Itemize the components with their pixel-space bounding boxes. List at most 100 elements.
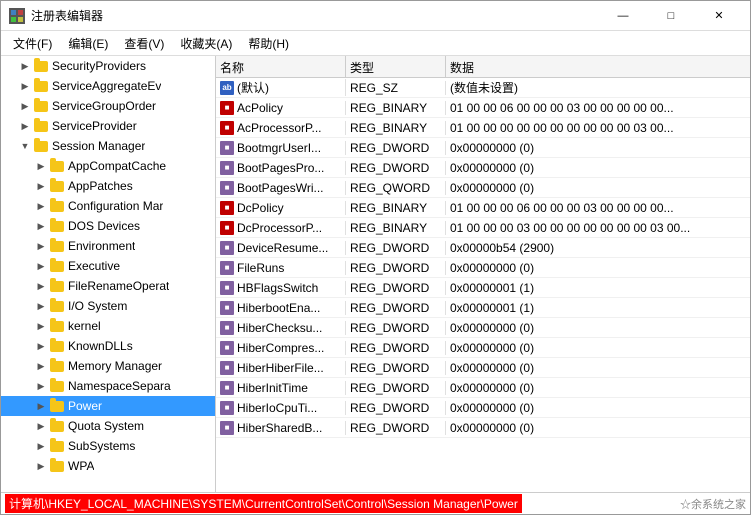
- expand-btn-wpa[interactable]: ▶: [33, 458, 49, 474]
- value-row-acprocessorp[interactable]: ■AcProcessorP...REG_BINARY01 00 00 00 00…: [216, 118, 750, 138]
- val-type-hibercompres: REG_DWORD: [346, 341, 446, 355]
- tree-panel: ▶SecurityProviders▶ServiceAggregateEv▶Se…: [1, 56, 216, 492]
- value-row-bootmgruser1[interactable]: ■BootmgrUserI...REG_DWORD0x00000000 (0): [216, 138, 750, 158]
- tree-item-known-dlls[interactable]: ▶KnownDLLs: [1, 336, 215, 356]
- expand-btn-known-dlls[interactable]: ▶: [33, 338, 49, 354]
- expand-btn-power[interactable]: ▶: [33, 398, 49, 414]
- expand-btn-namespace-separa[interactable]: ▶: [33, 378, 49, 394]
- value-row-hibercompres[interactable]: ■HiberCompres...REG_DWORD0x00000000 (0): [216, 338, 750, 358]
- reg-icon-fileruns: ■: [220, 261, 234, 275]
- expand-btn-executive[interactable]: ▶: [33, 258, 49, 274]
- tree-label-kernel: kernel: [68, 319, 101, 333]
- values-scroll[interactable]: ab(默认)REG_SZ(数值未设置)■AcPolicyREG_BINARY01…: [216, 78, 750, 492]
- minimize-button[interactable]: —: [600, 1, 646, 31]
- tree-item-environment[interactable]: ▶Environment: [1, 236, 215, 256]
- value-row-hiberlocputil[interactable]: ■HiberIoCpuTi...REG_DWORD0x00000000 (0): [216, 398, 750, 418]
- expand-btn-file-rename-operat[interactable]: ▶: [33, 278, 49, 294]
- maximize-button[interactable]: □: [648, 1, 694, 31]
- value-row-acpolicy[interactable]: ■AcPolicyREG_BINARY01 00 00 06 00 00 00 …: [216, 98, 750, 118]
- val-type-bootmgruser1: REG_DWORD: [346, 141, 446, 155]
- tree-item-service-aggregate-ev[interactable]: ▶ServiceAggregateEv: [1, 76, 215, 96]
- value-row-hiberinittime[interactable]: ■HiberInitTimeREG_DWORD0x00000000 (0): [216, 378, 750, 398]
- expand-btn-security-providers[interactable]: ▶: [17, 58, 33, 74]
- expand-btn-quota-system[interactable]: ▶: [33, 418, 49, 434]
- menu-edit[interactable]: 编辑(E): [60, 31, 116, 56]
- val-name-text-deviceresume: DeviceResume...: [237, 241, 328, 255]
- tree-item-quota-system[interactable]: ▶ Quota System: [1, 416, 215, 436]
- value-row-hiberbootena[interactable]: ■HiberbootEna...REG_DWORD0x00000001 (1): [216, 298, 750, 318]
- tree-label-quota-system: Quota System: [68, 419, 144, 433]
- value-row-hibersharedb[interactable]: ■HiberSharedB...REG_DWORD0x00000000 (0): [216, 418, 750, 438]
- menu-help[interactable]: 帮助(H): [240, 31, 297, 56]
- menu-view[interactable]: 查看(V): [116, 31, 172, 56]
- val-data-hiberhiberfile: 0x00000000 (0): [446, 361, 750, 375]
- val-name-hiberhiberfile: ■HiberHiberFile...: [216, 361, 346, 375]
- menu-file[interactable]: 文件(F): [5, 31, 60, 56]
- menu-favorites[interactable]: 收藏夹(A): [172, 31, 240, 56]
- val-type-hiberinittime: REG_DWORD: [346, 381, 446, 395]
- value-row-bootpageswri[interactable]: ■BootPagesWri...REG_QWORD0x00000000 (0): [216, 178, 750, 198]
- value-row-hiberhiberfile[interactable]: ■HiberHiberFile...REG_DWORD0x00000000 (0…: [216, 358, 750, 378]
- val-data-hiberlocputil: 0x00000000 (0): [446, 401, 750, 415]
- folder-icon-kernel: [49, 319, 65, 333]
- tree-item-memory-manager[interactable]: ▶Memory Manager: [1, 356, 215, 376]
- value-row-fileruns[interactable]: ■FileRunsREG_DWORD0x00000000 (0): [216, 258, 750, 278]
- tree-label-file-rename-operat: FileRenameOperat: [68, 279, 169, 293]
- reg-icon-hiberinittime: ■: [220, 381, 234, 395]
- tree-item-kernel[interactable]: ▶ kernel: [1, 316, 215, 336]
- reg-icon-hibercompres: ■: [220, 341, 234, 355]
- tree-item-service-provider[interactable]: ▶ServiceProvider: [1, 116, 215, 136]
- expand-btn-kernel[interactable]: ▶: [33, 318, 49, 334]
- tree-item-power[interactable]: ▶Power: [1, 396, 215, 416]
- tree-label-app-compat-cache: AppCompatCache: [68, 159, 166, 173]
- tree-item-namespace-separa[interactable]: ▶NamespaceSepara: [1, 376, 215, 396]
- tree-item-file-rename-operat[interactable]: ▶ FileRenameOperat: [1, 276, 215, 296]
- value-row-deviceresume[interactable]: ■DeviceResume...REG_DWORD0x00000b54 (290…: [216, 238, 750, 258]
- val-type-hbflagsswitch: REG_DWORD: [346, 281, 446, 295]
- column-header-data[interactable]: 数据: [446, 56, 750, 78]
- value-row-hiберchecksu[interactable]: ■HiberChecksu...REG_DWORD0x00000000 (0): [216, 318, 750, 338]
- expand-btn-app-patches[interactable]: ▶: [33, 178, 49, 194]
- expand-btn-configuration-mar[interactable]: ▶: [33, 198, 49, 214]
- val-type-hiberbootena: REG_DWORD: [346, 301, 446, 315]
- expand-btn-dos-devices[interactable]: ▶: [33, 218, 49, 234]
- tree-item-dos-devices[interactable]: ▶DOS Devices: [1, 216, 215, 236]
- expand-btn-sub-systems[interactable]: ▶: [33, 438, 49, 454]
- val-name-text-bootpagespro: BootPagesPro...: [237, 161, 324, 175]
- expand-btn-environment[interactable]: ▶: [33, 238, 49, 254]
- tree-item-configuration-mar[interactable]: ▶Configuration Mar: [1, 196, 215, 216]
- tree-item-executive[interactable]: ▶Executive: [1, 256, 215, 276]
- tree-item-io-system[interactable]: ▶I/O System: [1, 296, 215, 316]
- value-row-default[interactable]: ab(默认)REG_SZ(数值未设置): [216, 78, 750, 98]
- val-type-hiberhiberfile: REG_DWORD: [346, 361, 446, 375]
- tree-item-session-manager[interactable]: ▼Session Manager: [1, 136, 215, 156]
- value-row-bootpagespro[interactable]: ■BootPagesPro...REG_DWORD0x00000000 (0): [216, 158, 750, 178]
- column-header-name[interactable]: 名称: [216, 56, 346, 78]
- expand-btn-memory-manager[interactable]: ▶: [33, 358, 49, 374]
- folder-icon-file-rename-operat: [49, 279, 65, 293]
- tree-label-service-group-order: ServiceGroupOrder: [52, 99, 156, 113]
- tree-item-wpa[interactable]: ▶WPA: [1, 456, 215, 476]
- expand-btn-session-manager[interactable]: ▼: [17, 138, 33, 154]
- expand-btn-app-compat-cache[interactable]: ▶: [33, 158, 49, 174]
- expand-btn-service-provider[interactable]: ▶: [17, 118, 33, 134]
- close-button[interactable]: ✕: [696, 1, 742, 31]
- expand-btn-service-aggregate-ev[interactable]: ▶: [17, 78, 33, 94]
- expand-btn-service-group-order[interactable]: ▶: [17, 98, 33, 114]
- tree-item-service-group-order[interactable]: ▶ ServiceGroupOrder: [1, 96, 215, 116]
- expand-btn-io-system[interactable]: ▶: [33, 298, 49, 314]
- val-name-text-acprocessorp: AcProcessorP...: [237, 121, 321, 135]
- tree-item-app-patches[interactable]: ▶AppPatches: [1, 176, 215, 196]
- val-data-bootpagespro: 0x00000000 (0): [446, 161, 750, 175]
- val-type-acprocessorp: REG_BINARY: [346, 121, 446, 135]
- value-row-hbflagsswitch[interactable]: ■HBFlagsSwitchREG_DWORD0x00000001 (1): [216, 278, 750, 298]
- tree-item-app-compat-cache[interactable]: ▶ AppCompatCache: [1, 156, 215, 176]
- column-header-type[interactable]: 类型: [346, 56, 446, 78]
- tree-item-sub-systems[interactable]: ▶SubSystems: [1, 436, 215, 456]
- val-type-deviceresume: REG_DWORD: [346, 241, 446, 255]
- val-type-default: REG_SZ: [346, 81, 446, 95]
- tree-item-security-providers[interactable]: ▶SecurityProviders: [1, 56, 215, 76]
- tree-scroll[interactable]: ▶SecurityProviders▶ServiceAggregateEv▶Se…: [1, 56, 215, 492]
- value-row-dcpolicy[interactable]: ■DcPolicyREG_BINARY01 00 00 00 06 00 00 …: [216, 198, 750, 218]
- value-row-dcprocessorp[interactable]: ■DcProcessorP...REG_BINARY01 00 00 00 03…: [216, 218, 750, 238]
